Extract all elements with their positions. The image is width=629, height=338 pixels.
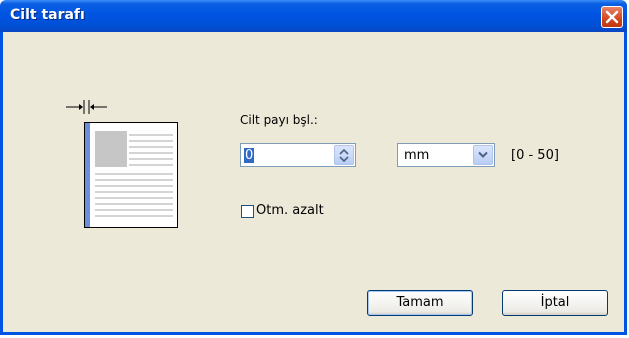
chevron-down-icon	[478, 151, 488, 158]
spin-arrows-icon	[339, 148, 349, 162]
ok-button[interactable]: Tamam	[367, 290, 473, 316]
title-bar[interactable]: Cilt tarafı	[0, 0, 627, 32]
unit-dropdown[interactable]: mm	[397, 143, 495, 167]
auto-reduce-checkbox[interactable]	[241, 205, 254, 218]
dropdown-button[interactable]	[473, 145, 493, 165]
gutter-spinbox[interactable]: 0	[240, 143, 356, 167]
window-title: Cilt tarafı	[10, 7, 85, 23]
unit-value: mm	[404, 148, 430, 163]
gutter-label: Cilt payı bşl.:	[240, 113, 318, 127]
dialog-window: Cilt tarafı Cilt payı bşl.: 0 mm [0 - 50…	[0, 0, 627, 338]
close-button[interactable]	[601, 6, 623, 28]
spin-arrows-button[interactable]	[334, 145, 354, 165]
gutter-value[interactable]: 0	[244, 148, 255, 163]
binding-margin-diagram-icon	[66, 100, 178, 228]
close-icon	[605, 10, 619, 24]
cancel-button[interactable]: İptal	[502, 290, 608, 316]
auto-reduce-label[interactable]: Otm. azalt	[256, 203, 324, 218]
range-hint: [0 - 50]	[511, 148, 559, 163]
